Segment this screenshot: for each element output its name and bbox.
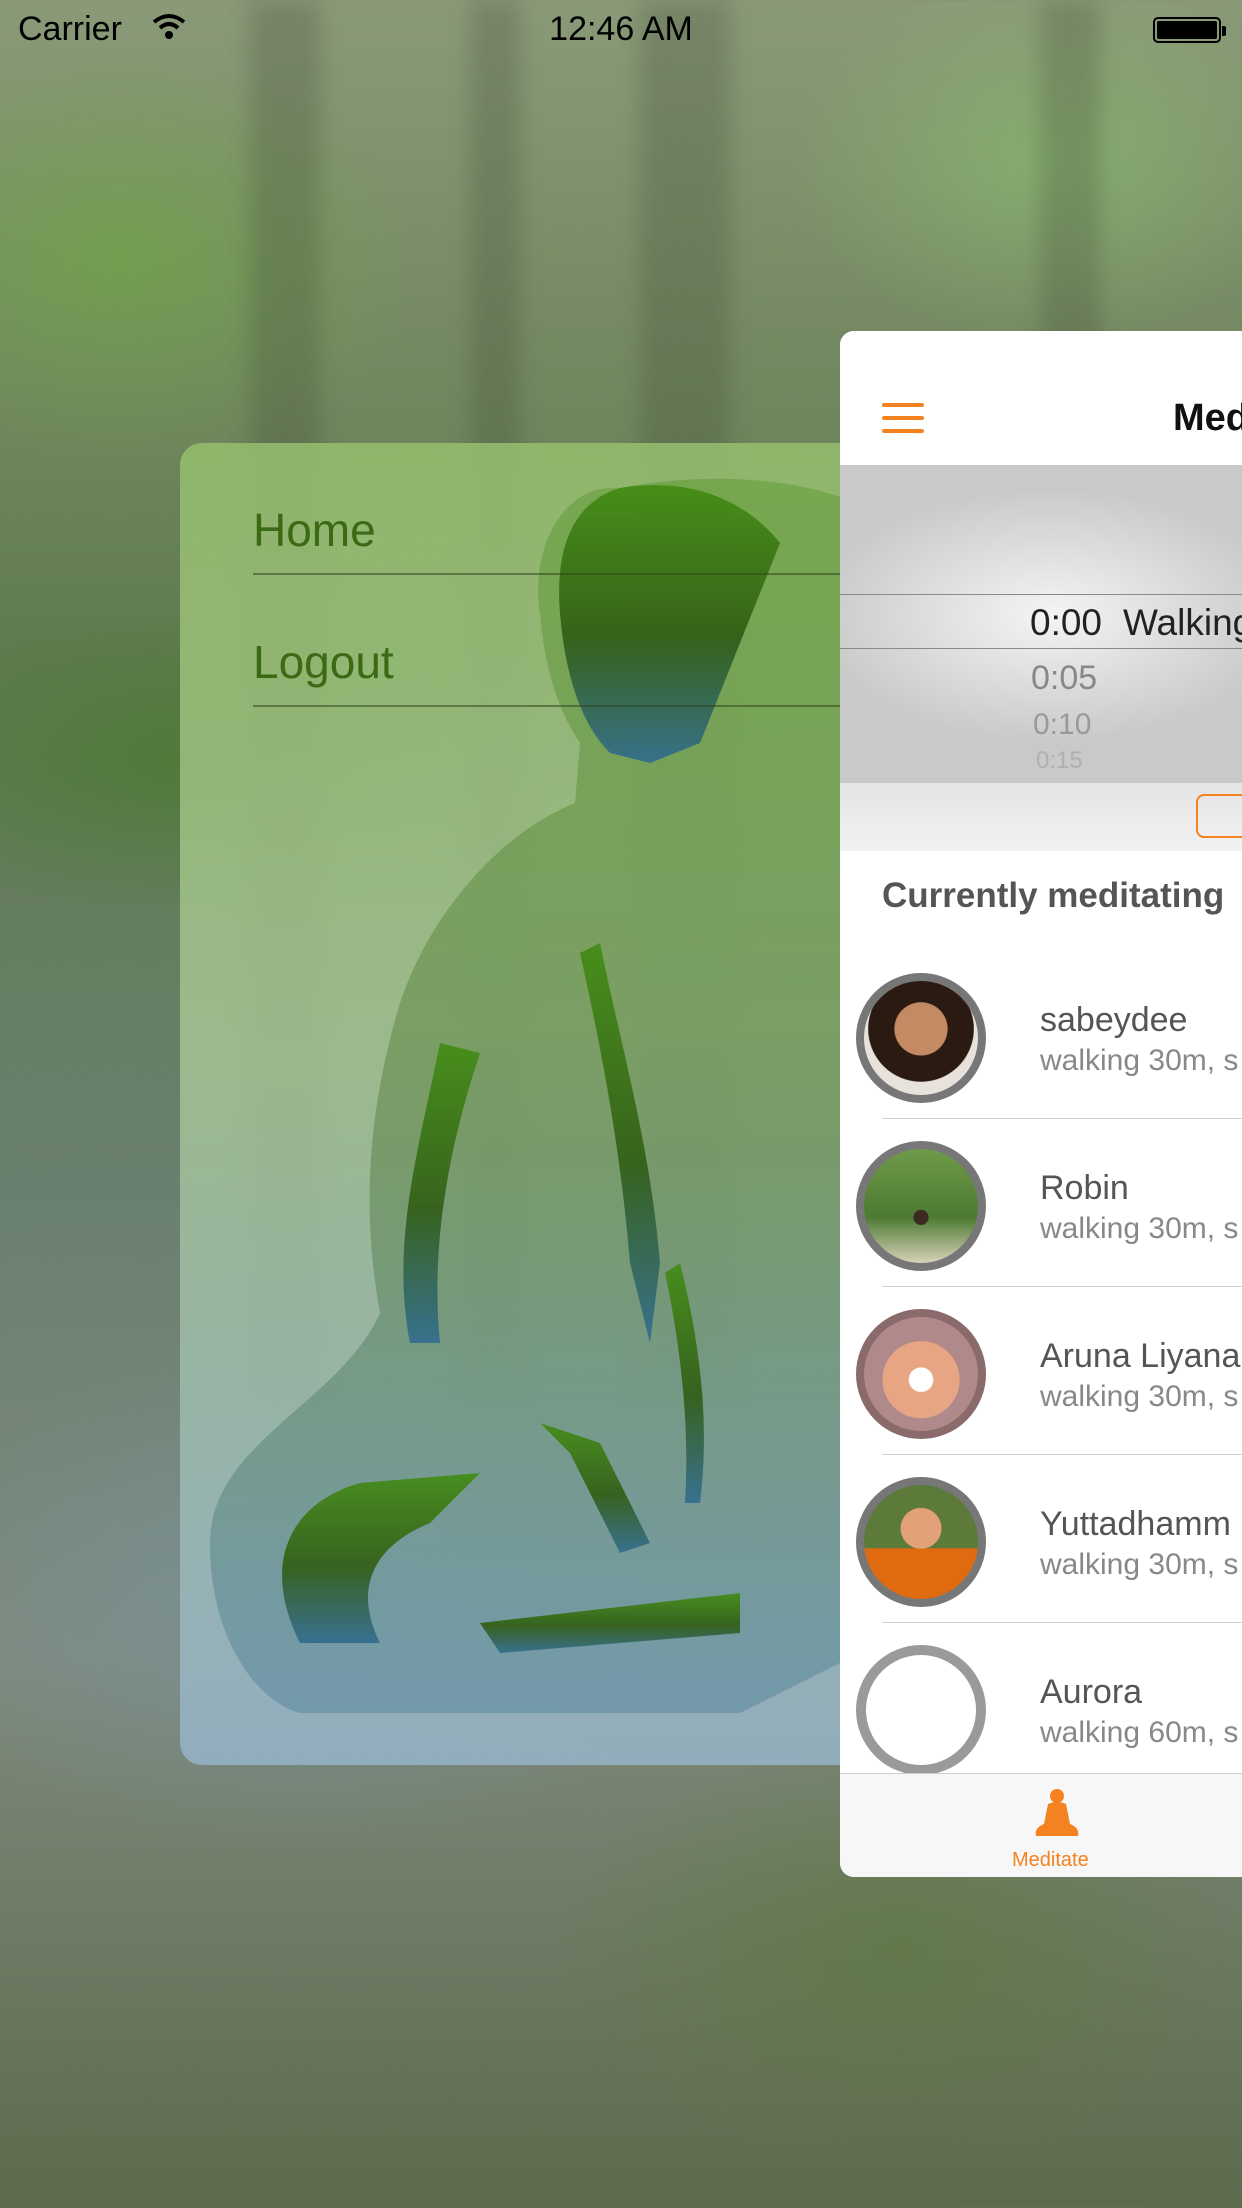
menu-item-label: Logout [253,636,394,688]
meditator-name: Aruna Liyana [1040,1337,1241,1375]
clock: 12:46 AM [549,10,693,48]
picker-option[interactable]: 0:05 [1031,659,1097,698]
side-menu: Home Logout [180,443,880,1765]
section-title: Currently meditating [882,876,1225,915]
navigation-bar: Med [840,331,1242,466]
avatar [856,1645,986,1775]
meditator-detail: walking 30m, s [1040,1380,1239,1413]
hamburger-menu-icon[interactable] [882,403,924,433]
avatar [856,1477,986,1607]
battery-icon [1153,17,1226,43]
avatar [856,1309,986,1439]
avatar [856,1141,986,1271]
page-title: Med [1173,397,1242,439]
tab-meditate[interactable]: Meditate [1012,1849,1089,1872]
picker-selected-time[interactable]: 0:00 [1030,602,1102,644]
list-item[interactable]: Yuttadhamm walking 30m, s [840,1455,1242,1623]
buddha-icon[interactable] [1034,1788,1080,1840]
meditator-name: Robin [1040,1169,1129,1207]
picker-divider [840,594,1242,595]
list-item[interactable]: Aruna Liyana walking 30m, s [840,1287,1242,1455]
status-bar: Carrier 12:46 AM [0,0,1242,62]
list-item[interactable]: Aurora walking 60m, s [840,1623,1242,1791]
meditator-name: Yuttadhamm [1040,1505,1231,1543]
picker-option[interactable]: 0:15 [1036,747,1083,775]
meditator-name: sabeydee [1040,1001,1188,1039]
list-item[interactable]: sabeydee walking 30m, s [840,951,1242,1119]
meditator-detail: walking 30m, s [1040,1044,1239,1077]
meditator-detail: walking 30m, s [1040,1548,1239,1581]
picker-selected-type[interactable]: Walking [1123,602,1242,644]
meditator-name: Aurora [1040,1673,1143,1711]
meditator-detail: walking 30m, s [1040,1212,1239,1245]
picker-toolbar [840,783,1242,851]
picker-divider [840,648,1242,649]
start-button[interactable] [1196,794,1242,838]
menu-item-logout[interactable]: Logout [253,575,880,707]
time-picker[interactable]: 0:00 Walking 0:05 0:10 0:15 [840,465,1242,783]
avatar [856,973,986,1103]
main-screen: Med 0:00 Walking 0:05 0:10 0:15 Currentl… [840,331,1242,1877]
meditator-detail: walking 60m, s [1040,1716,1239,1749]
menu-item-home[interactable]: Home [253,443,880,575]
picker-option[interactable]: 0:10 [1033,708,1091,742]
list-item[interactable]: Robin walking 30m, s [840,1119,1242,1287]
menu-item-label: Home [253,504,376,556]
